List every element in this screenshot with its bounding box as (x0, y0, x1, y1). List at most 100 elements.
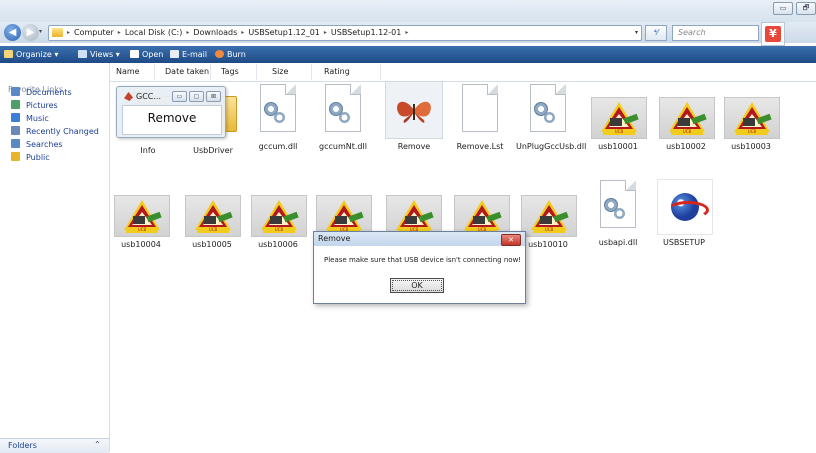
sidebar-item-recently-changed[interactable]: Recently Changed (11, 126, 99, 137)
file-label: UnPlugGccUsb.dll (516, 142, 587, 151)
column-name[interactable]: Name (116, 67, 140, 76)
refresh-button[interactable]: ⁴⁄ (645, 25, 667, 41)
breadcrumb-item[interactable]: Local Disk (C:) (125, 27, 183, 39)
file-item-gccumnt-dll[interactable]: gccumNt.dll (311, 82, 375, 151)
views-icon (78, 50, 87, 58)
sidebar-item-music[interactable]: Music (11, 113, 49, 124)
breadcrumb-separator: ▸ (323, 29, 327, 36)
setup-globe-icon (656, 178, 713, 235)
column-date-taken[interactable]: Date taken (165, 67, 209, 76)
butterfly-icon (124, 92, 133, 101)
file-label: usbapi.dll (598, 238, 638, 247)
dialog-close-button[interactable]: ✕ (501, 234, 521, 246)
usb-warning-image: UCB (185, 195, 241, 237)
column-separator[interactable] (256, 64, 257, 80)
views-menu[interactable]: Views ▾ (78, 49, 120, 60)
folder-icon (52, 28, 63, 37)
open-button[interactable]: Open (130, 49, 163, 60)
breadcrumb-separator: ▸ (186, 29, 190, 36)
open-icon (130, 50, 139, 58)
usb-warning-icon: UCB (590, 96, 647, 139)
address-bar[interactable]: ▸ Computer ▸ Local Disk (C:) ▸ Downloads… (48, 25, 642, 41)
column-rating[interactable]: Rating (324, 67, 350, 76)
file-item-usbapi-dll[interactable]: usbapi.dll (586, 178, 650, 247)
breadcrumb-item[interactable]: Computer (74, 27, 114, 39)
search-placeholder: Search (678, 28, 706, 37)
usb-warning-icon: UCB (520, 194, 577, 237)
sidebar-item-searches[interactable]: Searches (11, 139, 63, 150)
column-separator[interactable] (154, 64, 155, 80)
history-dropdown-icon[interactable]: ▾ (39, 28, 42, 35)
search-input[interactable]: Search (672, 25, 759, 41)
email-button[interactable]: E-mail (170, 49, 207, 60)
file-label: usb10001 (598, 142, 638, 151)
address-dropdown-icon[interactable]: ▾ (635, 27, 638, 39)
folders-label: Folders (8, 441, 37, 450)
folders-toggle[interactable]: Folders ⌃ (0, 438, 109, 453)
file-item-remove[interactable]: Remove (382, 81, 446, 151)
chevron-up-icon: ⌃ (94, 440, 101, 449)
column-tags[interactable]: Tags (221, 67, 239, 76)
file-item-usb10001[interactable]: UCB usb10001 (586, 96, 650, 151)
burn-label: Burn (227, 50, 246, 59)
public-folder-icon (11, 152, 20, 161)
file-item-usbsetup[interactable]: USBSETUP (652, 178, 716, 247)
minimize-button[interactable]: ▭ (773, 2, 793, 15)
breadcrumb-item[interactable]: Downloads (193, 27, 237, 39)
sidebar-item-label: Searches (26, 140, 63, 149)
column-separator[interactable] (311, 64, 312, 80)
usb-warning-image: UCB (521, 195, 577, 237)
file-item-gccum-dll[interactable]: gccum.dll (246, 82, 310, 151)
organize-icon (4, 50, 13, 58)
organize-menu[interactable]: Organize ▾ (4, 49, 58, 60)
sidebar-item-documents[interactable]: Documents (11, 87, 72, 98)
mini-window-body: Remove (122, 105, 222, 135)
maximize-button[interactable]: 🗗 (796, 2, 816, 15)
back-button[interactable]: ◀ (4, 24, 21, 41)
file-item-usb-hidden-2[interactable]: UCB (381, 194, 445, 237)
file-label: Remove.Lst (456, 142, 504, 151)
file-item-usb10004[interactable]: UCB usb10004 (109, 194, 173, 249)
column-size[interactable]: Size (272, 67, 288, 76)
document-fold (285, 84, 296, 95)
music-icon (11, 113, 20, 122)
usb-badge: UCB (671, 129, 703, 135)
file-item-usb10003[interactable]: UCB usb10003 (719, 96, 783, 151)
breadcrumb-item[interactable]: USBSetup1.12-01 (331, 27, 401, 39)
file-item-usb10005[interactable]: UCB usb10005 (180, 194, 244, 249)
butterfly-icon (397, 101, 431, 123)
column-separator[interactable] (380, 64, 381, 80)
documents-icon (11, 87, 20, 96)
usb-warning-icon: UCB (723, 96, 780, 139)
sidebar-item-pictures[interactable]: Pictures (11, 100, 58, 111)
mini-minimize-button[interactable]: ▭ (172, 91, 187, 102)
breadcrumb-separator: ▸ (67, 29, 71, 36)
file-item-usb10002[interactable]: UCB usb10002 (654, 96, 718, 151)
file-item-unplug-dll[interactable]: UnPlugGccUsb.dll (516, 82, 587, 151)
document-fold (350, 84, 361, 95)
sidebar-item-public[interactable]: Public (11, 152, 50, 163)
usb-warning-image: UCB (659, 97, 715, 139)
mini-close-button[interactable]: ⊠ (206, 91, 221, 102)
file-item-usb-hidden-3[interactable]: UCB (449, 194, 513, 237)
dialog-body: Please make sure that USB device isn't c… (314, 246, 525, 303)
gcc-mini-window[interactable]: GCC... ▭ ▢ ⊠ Remove (116, 86, 226, 138)
burn-button[interactable]: Burn (215, 49, 246, 60)
mini-restore-button[interactable]: ▢ (189, 91, 204, 102)
file-label: usb10002 (666, 142, 706, 151)
file-item-usb-hidden-1[interactable]: UCB (311, 194, 375, 237)
usb-warning-image: UCB (724, 97, 780, 139)
dll-gear-icon (250, 82, 306, 138)
butterfly-app-icon (385, 81, 443, 139)
file-item-usb10006[interactable]: UCB usb10006 (246, 194, 310, 249)
forward-button[interactable]: ▶ (22, 24, 39, 41)
breadcrumb-separator: ▸ (117, 29, 121, 36)
breadcrumb-item[interactable]: USBSetup1.12_01 (248, 27, 320, 39)
file-item-remove-lst[interactable]: Remove.Lst (448, 82, 512, 151)
usb-warning-icon: UCB (250, 194, 307, 237)
document-fold (487, 84, 498, 95)
dialog-title-bar[interactable]: Remove ✕ (314, 232, 525, 246)
column-separator[interactable] (210, 64, 211, 80)
window-controls: ▭ 🗗 (773, 2, 816, 15)
ok-button[interactable]: OK (390, 278, 444, 293)
